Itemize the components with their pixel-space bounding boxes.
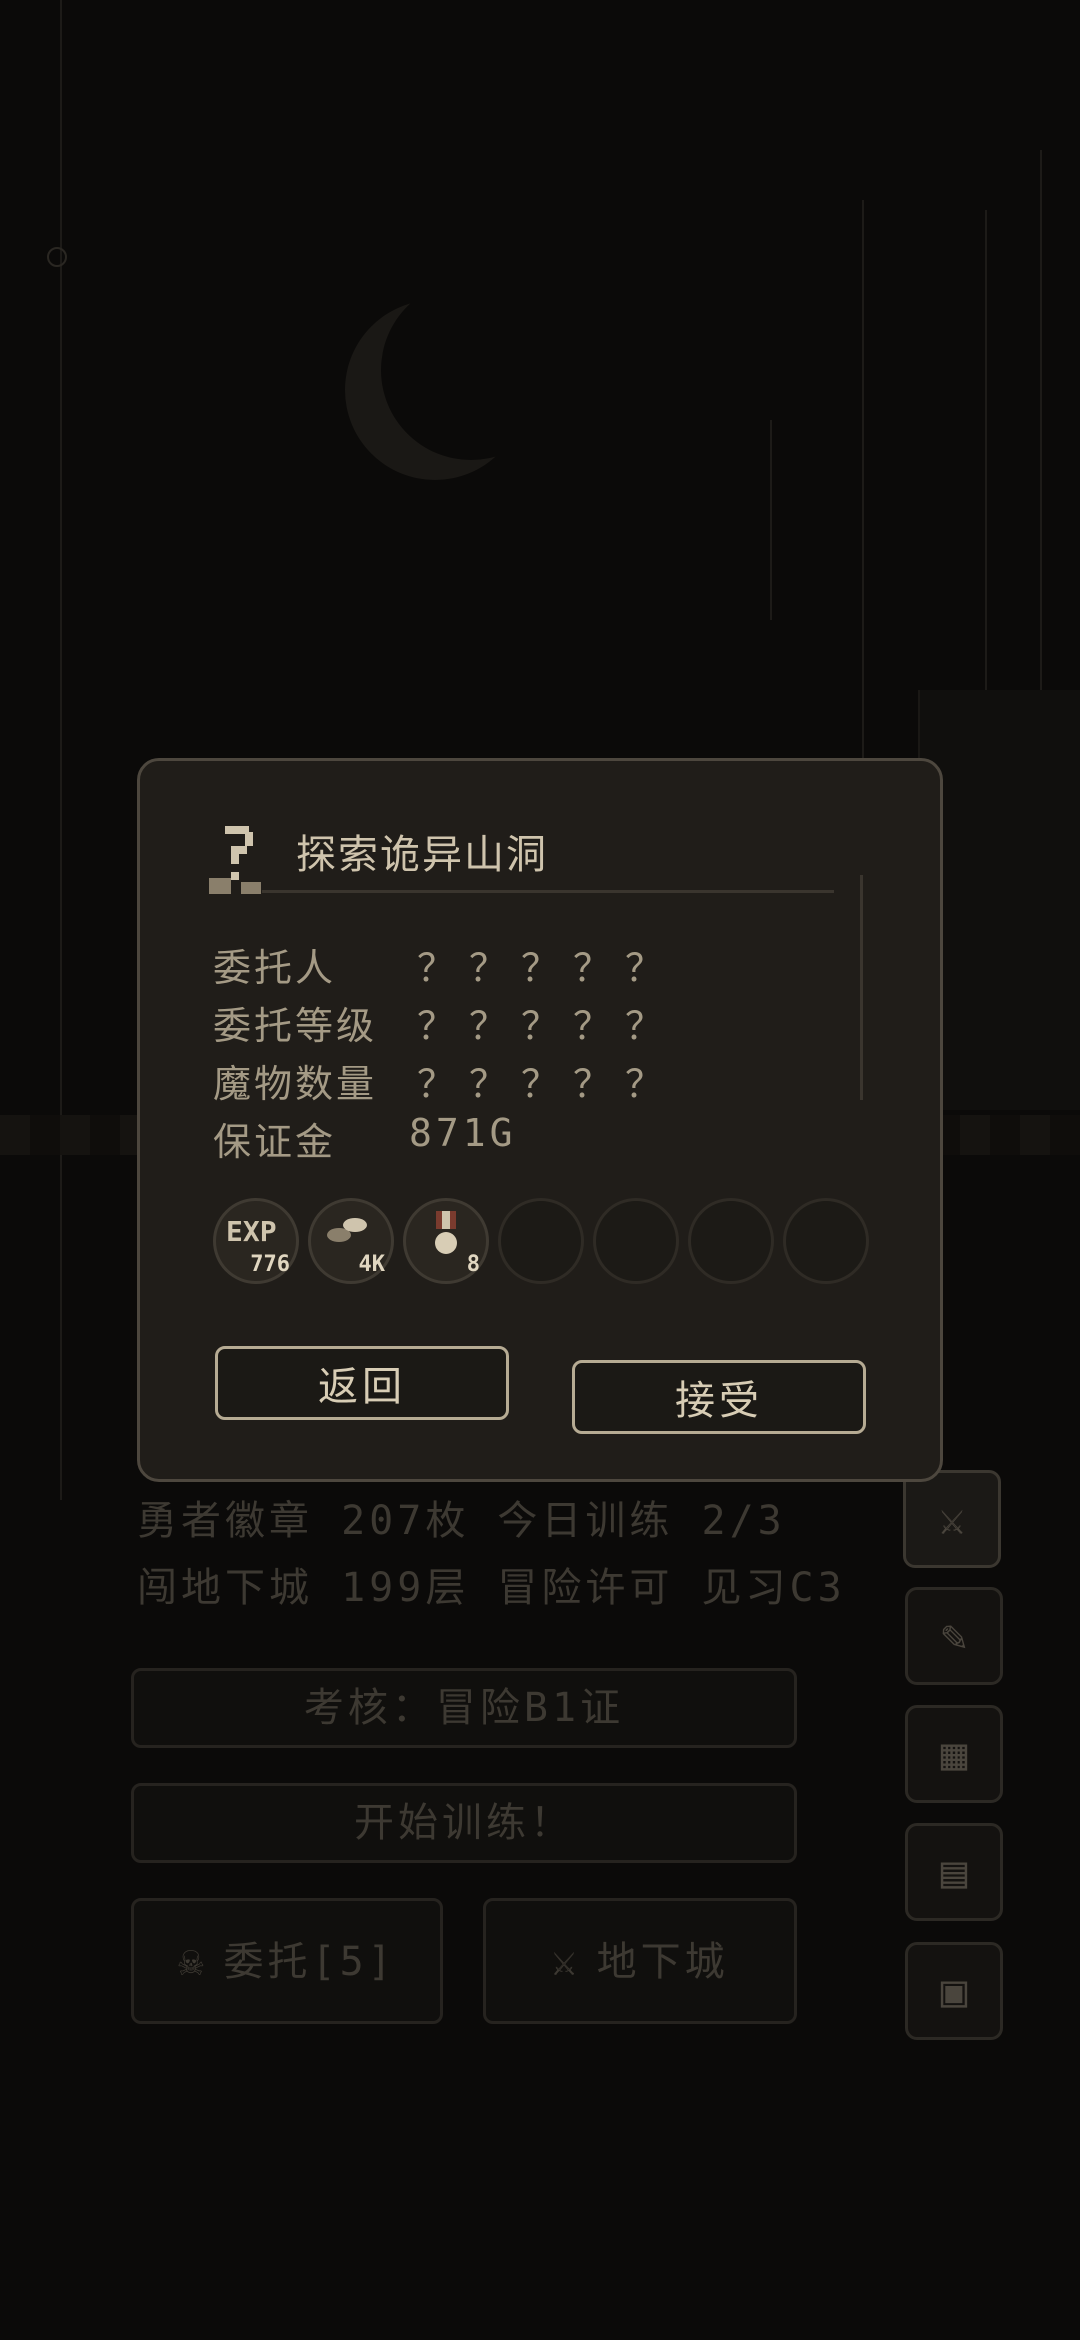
coins-icon: [327, 1218, 367, 1242]
reward-count: 4K: [358, 1252, 386, 1277]
client-value: ？？？？？: [417, 946, 678, 990]
reward-slot-coins[interactable]: 4K: [308, 1198, 394, 1284]
moon: [345, 300, 525, 480]
reward-slot-exp[interactable]: EXP 776: [213, 1198, 299, 1284]
start-training-button[interactable]: 开始训练！: [131, 1783, 797, 1863]
quest-level-label: 委托等级: [213, 1004, 378, 1048]
exam-button[interactable]: 考核：冒险B1证: [131, 1668, 797, 1748]
stats-line-2: 闯地下城 199层 冒险许可 见习C3: [137, 1565, 846, 1611]
deposit-label: 保证金: [213, 1120, 337, 1164]
scroll-icon: ✎: [940, 1610, 968, 1662]
game-screen: 勇者徽章 207枚 今日训练 2/3 闯地下城 199层 冒险许可 见习C3 考…: [0, 0, 1080, 2340]
quest-button[interactable]: ☠ 委托[5]: [131, 1898, 443, 2024]
star: [47, 247, 67, 267]
book-icon: ▤: [940, 1846, 968, 1898]
rain-streak: [60, 0, 62, 1500]
deposit-value: 871G: [409, 1111, 517, 1155]
computer-icon: ▣: [940, 1965, 968, 2017]
reward-slot-empty: [688, 1198, 774, 1284]
dialog-title: 探索诡异山洞: [296, 832, 548, 878]
map-menu-button[interactable]: ▦: [905, 1705, 1003, 1803]
map-icon: ▦: [940, 1728, 968, 1780]
accept-button[interactable]: 接受: [572, 1360, 866, 1434]
back-button[interactable]: 返回: [215, 1346, 509, 1420]
monster-count-value: ？？？？？: [417, 1062, 678, 1106]
title-divider: [262, 890, 834, 893]
medal-icon: [435, 1211, 457, 1254]
dialog-scrollbar[interactable]: [860, 875, 863, 1100]
mystery-quest-icon: [209, 826, 261, 894]
computer-menu-button[interactable]: ▣: [905, 1942, 1003, 2040]
stats-line-1: 勇者徽章 207枚 今日训练 2/3: [137, 1498, 786, 1544]
book-menu-button[interactable]: ▤: [905, 1823, 1003, 1921]
exp-icon: EXP: [226, 1215, 277, 1248]
sword-menu-button[interactable]: ⚔: [903, 1470, 1001, 1568]
sword-icon: ⚔: [938, 1493, 966, 1545]
dungeon-button-label: 地下城: [596, 1939, 729, 1985]
reward-slot-empty: [498, 1198, 584, 1284]
skull-icon: ☠: [178, 1936, 208, 1985]
scroll-menu-button[interactable]: ✎: [905, 1587, 1003, 1685]
quest-level-value: ？？？？？: [417, 1004, 678, 1048]
dungeon-button[interactable]: ⚔ 地下城: [483, 1898, 797, 2024]
reward-count: 776: [250, 1252, 290, 1277]
reward-slot-empty: [783, 1198, 869, 1284]
reward-slot-medal[interactable]: 8: [403, 1198, 489, 1284]
reward-slot-empty: [593, 1198, 679, 1284]
rain-streak: [770, 420, 772, 620]
sword-icon: ⚔: [551, 1936, 581, 1985]
quest-button-label: 委托[5]: [223, 1939, 396, 1985]
reward-count: 8: [466, 1252, 480, 1277]
monster-count-label: 魔物数量: [213, 1062, 378, 1106]
client-label: 委托人: [213, 946, 337, 990]
